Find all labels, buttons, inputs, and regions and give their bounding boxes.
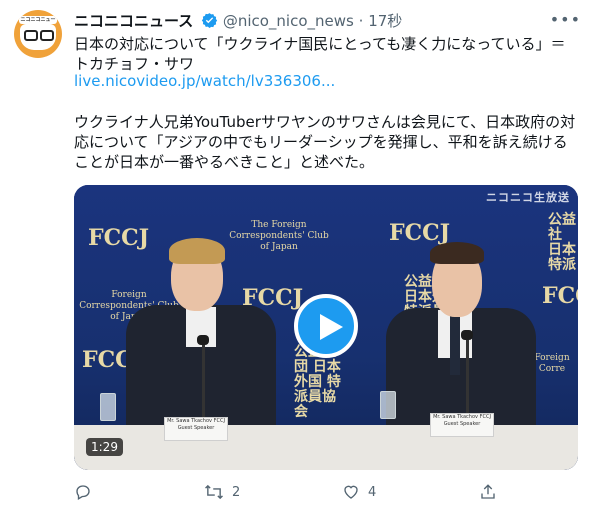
share-button[interactable] [479,480,497,504]
retweet-button[interactable]: 2 [204,480,240,504]
play-icon [320,314,343,340]
tweet-link[interactable]: live.nicovideo.jp/watch/lv336306... [74,72,335,90]
backdrop-caption-top: The Foreign Correspondents' Club of Japa… [229,220,329,252]
reply-icon [76,485,90,500]
press-table [74,425,578,470]
person-left-hair [169,238,225,264]
like-button[interactable]: 4 [342,480,376,504]
action-bar: 2 4 [74,480,504,504]
water-glass-right [380,391,396,419]
tweet-time[interactable]: 17秒 [368,12,402,30]
tweet-body: ウクライナ人兄弟YouTuberサワヤンのサワさんは会見にて、日本政府の対応につ… [74,113,576,171]
video-duration: 1:29 [86,438,123,456]
more-icon[interactable]: ••• [550,10,581,29]
mic-right [461,330,473,340]
backdrop-logo-right: FCCJ [542,283,578,309]
author-handle[interactable]: @nico_nico_news [223,12,354,30]
tweet-text-line: 日本の対応について「ウクライナ国民にとっても凄く力になっている」＝トカチョフ・サ… [74,35,566,73]
avatar-glass-left [24,30,38,41]
tweet-header: ニコニコニュース @nico_nico_news · 17秒 ••• [74,10,581,32]
avatar[interactable]: ニコニコニュース [14,10,62,58]
mic-left-stand [202,345,205,425]
backdrop-logo-top-right: FCCJ [389,220,451,246]
avatar-tag: ニコニコニュース [19,16,57,31]
like-count: 4 [368,484,377,500]
avatar-glass-right [40,30,54,41]
water-glass-left [100,393,116,421]
play-button[interactable] [294,294,358,358]
retweet-icon [205,484,223,500]
like-icon [344,485,358,499]
retweet-count: 2 [232,484,241,500]
author-name[interactable]: ニコニコニュース [74,12,193,30]
verified-icon [201,12,218,33]
person-right-tie [450,315,460,375]
watermark: ニコニコ生放送 [486,191,570,204]
placard-left: Mr. Sawa Tkachov FCCJ Guest Speaker [164,417,228,441]
mic-left [197,335,209,345]
backdrop-logo-left: FCCJ [88,225,150,251]
share-icon [481,484,495,499]
backdrop-jp-right: 公益社 日本 特派 [548,212,576,273]
video-player[interactable]: ニコニコ生放送 FCCJ The Foreign Correspondents'… [74,185,578,470]
person-right-hair [430,242,484,264]
placard-right: Mr. Sawa Tkachov FCCJ Guest Speaker [430,413,494,437]
reply-button[interactable] [74,480,100,504]
separator-dot: · [358,12,364,30]
